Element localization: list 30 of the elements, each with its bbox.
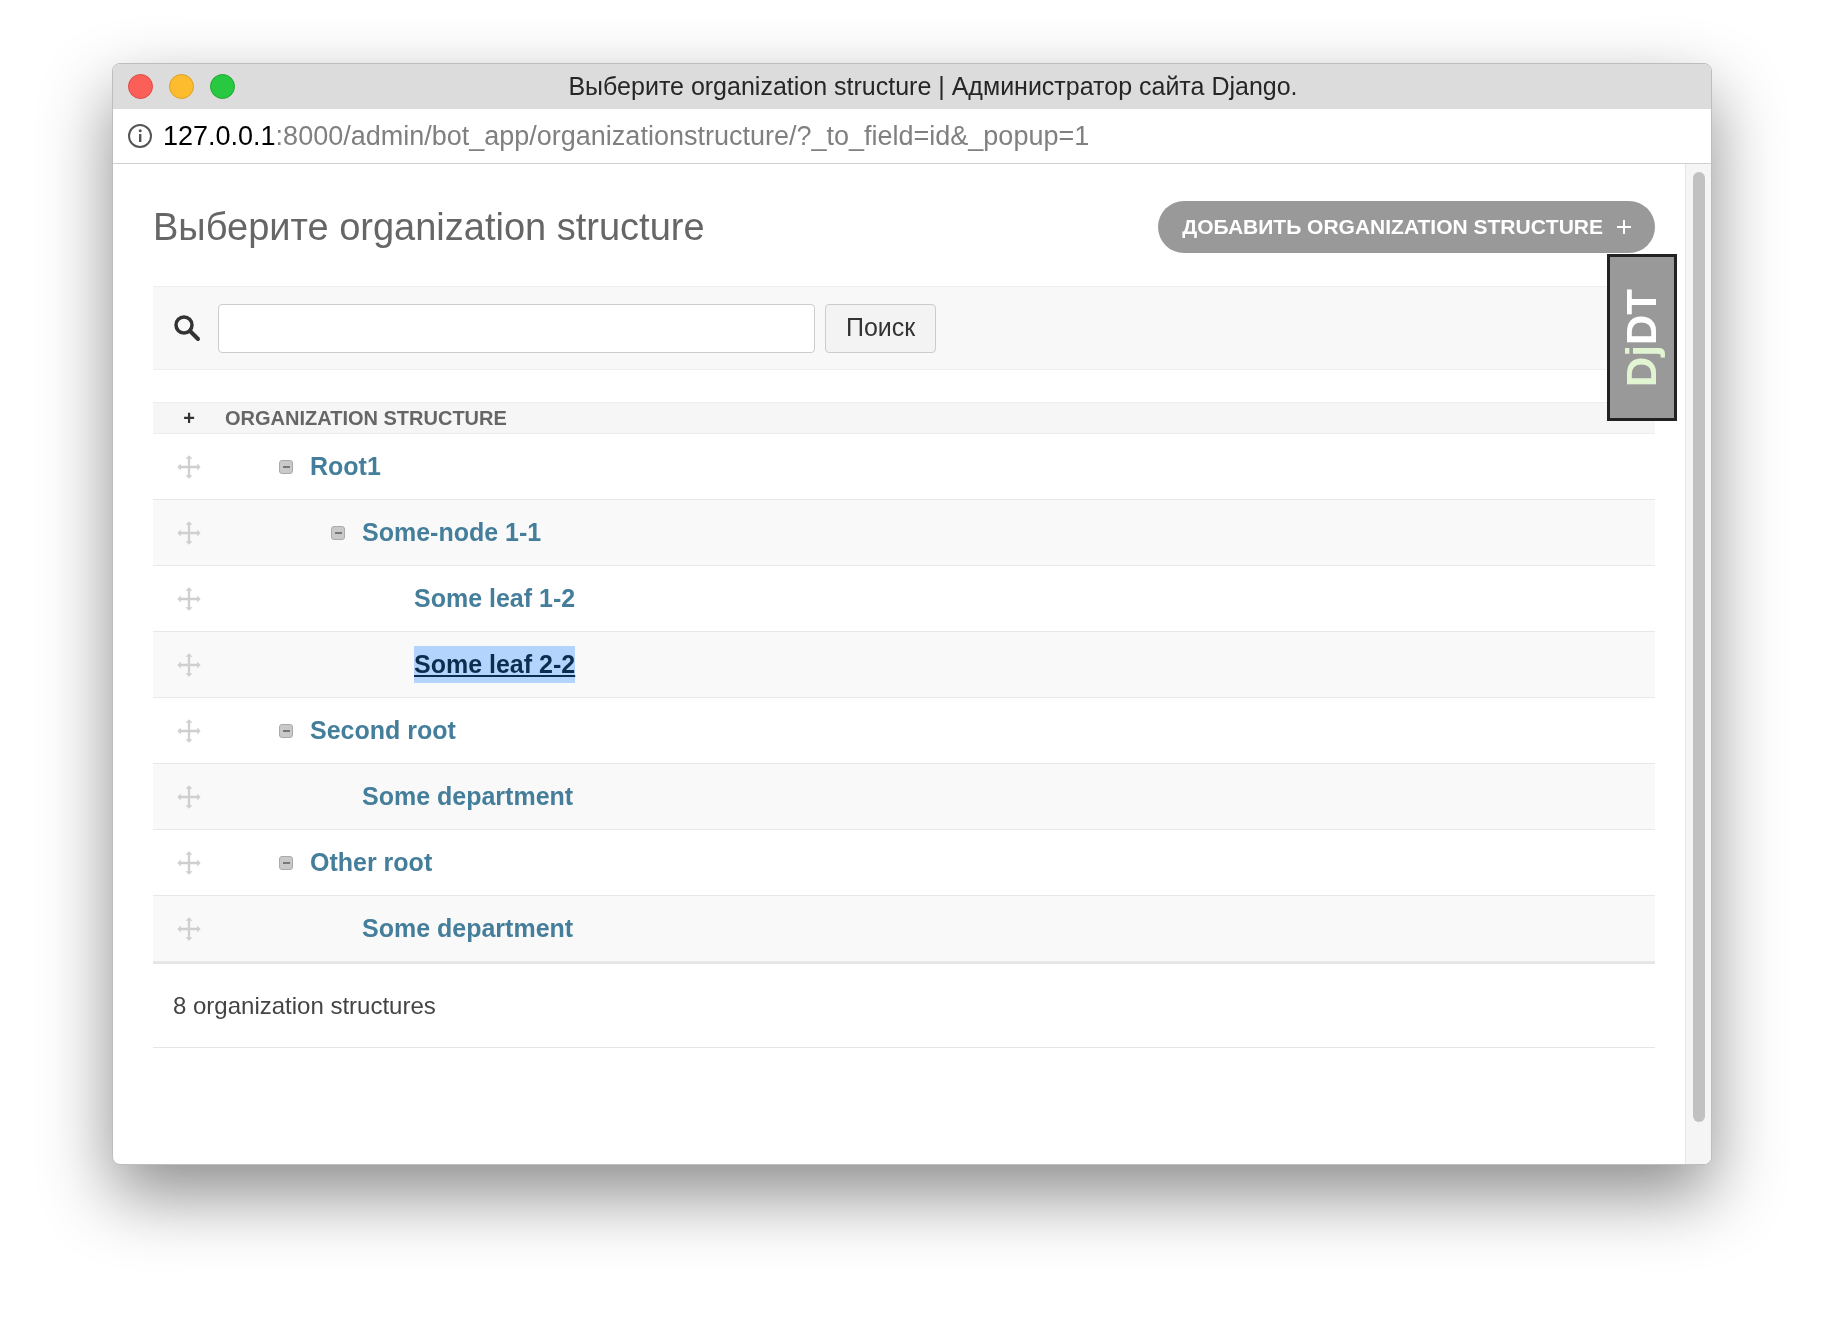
search-icon bbox=[173, 314, 201, 342]
tree-node-link[interactable]: Some department bbox=[362, 777, 574, 816]
zoom-window-button[interactable] bbox=[210, 74, 235, 99]
tree-node-link[interactable]: Some department bbox=[362, 909, 574, 948]
plus-icon bbox=[1617, 220, 1631, 234]
search-field[interactable] bbox=[218, 303, 815, 353]
address-bar[interactable]: 127.0.0.1:8000/admin/bot_app/organizationstructure/?_to_field=id&_popup=1 bbox=[113, 109, 1711, 164]
tree-node-link[interactable]: Second root bbox=[310, 711, 456, 750]
collapse-toggle[interactable] bbox=[279, 459, 293, 474]
expand-all-button[interactable]: + bbox=[153, 403, 225, 433]
tree-node-link[interactable]: Other root bbox=[310, 843, 433, 882]
tree-node-link[interactable]: Some-node 1-1 bbox=[362, 513, 542, 552]
collapse-toggle[interactable] bbox=[279, 855, 293, 870]
collapse-toggle[interactable] bbox=[279, 723, 293, 738]
info-icon[interactable] bbox=[127, 123, 153, 149]
result-count: 8 organization structures bbox=[173, 990, 436, 1021]
tree-node-link[interactable]: Some leaf 1-2 bbox=[414, 579, 576, 618]
collapse-toggle[interactable] bbox=[331, 525, 345, 540]
debug-toolbar-handle[interactable]: DjDT bbox=[1607, 254, 1677, 421]
url-text: 127.0.0.1:8000/admin/bot_app/organizationstructure/?_to_field=id&_popup=1 bbox=[163, 119, 1090, 153]
add-button[interactable]: ДОБАВИТЬ ORGANIZATION STRUCTURE bbox=[1158, 201, 1655, 253]
column-header: ORGANIZATION STRUCTURE bbox=[225, 406, 507, 431]
page-title: Выберите organization structure bbox=[153, 204, 705, 250]
tree-node-link[interactable]: Root1 bbox=[310, 447, 381, 486]
scrollbar[interactable] bbox=[1685, 164, 1711, 1164]
minimize-window-button[interactable] bbox=[169, 74, 194, 99]
search-button[interactable]: Поиск bbox=[825, 303, 937, 353]
tree-node-link[interactable]: Some leaf 2-2 bbox=[414, 645, 576, 684]
close-window-button[interactable] bbox=[128, 74, 153, 99]
window-title: Выберите organization structure | Администратор сайта Django. bbox=[568, 70, 1298, 102]
